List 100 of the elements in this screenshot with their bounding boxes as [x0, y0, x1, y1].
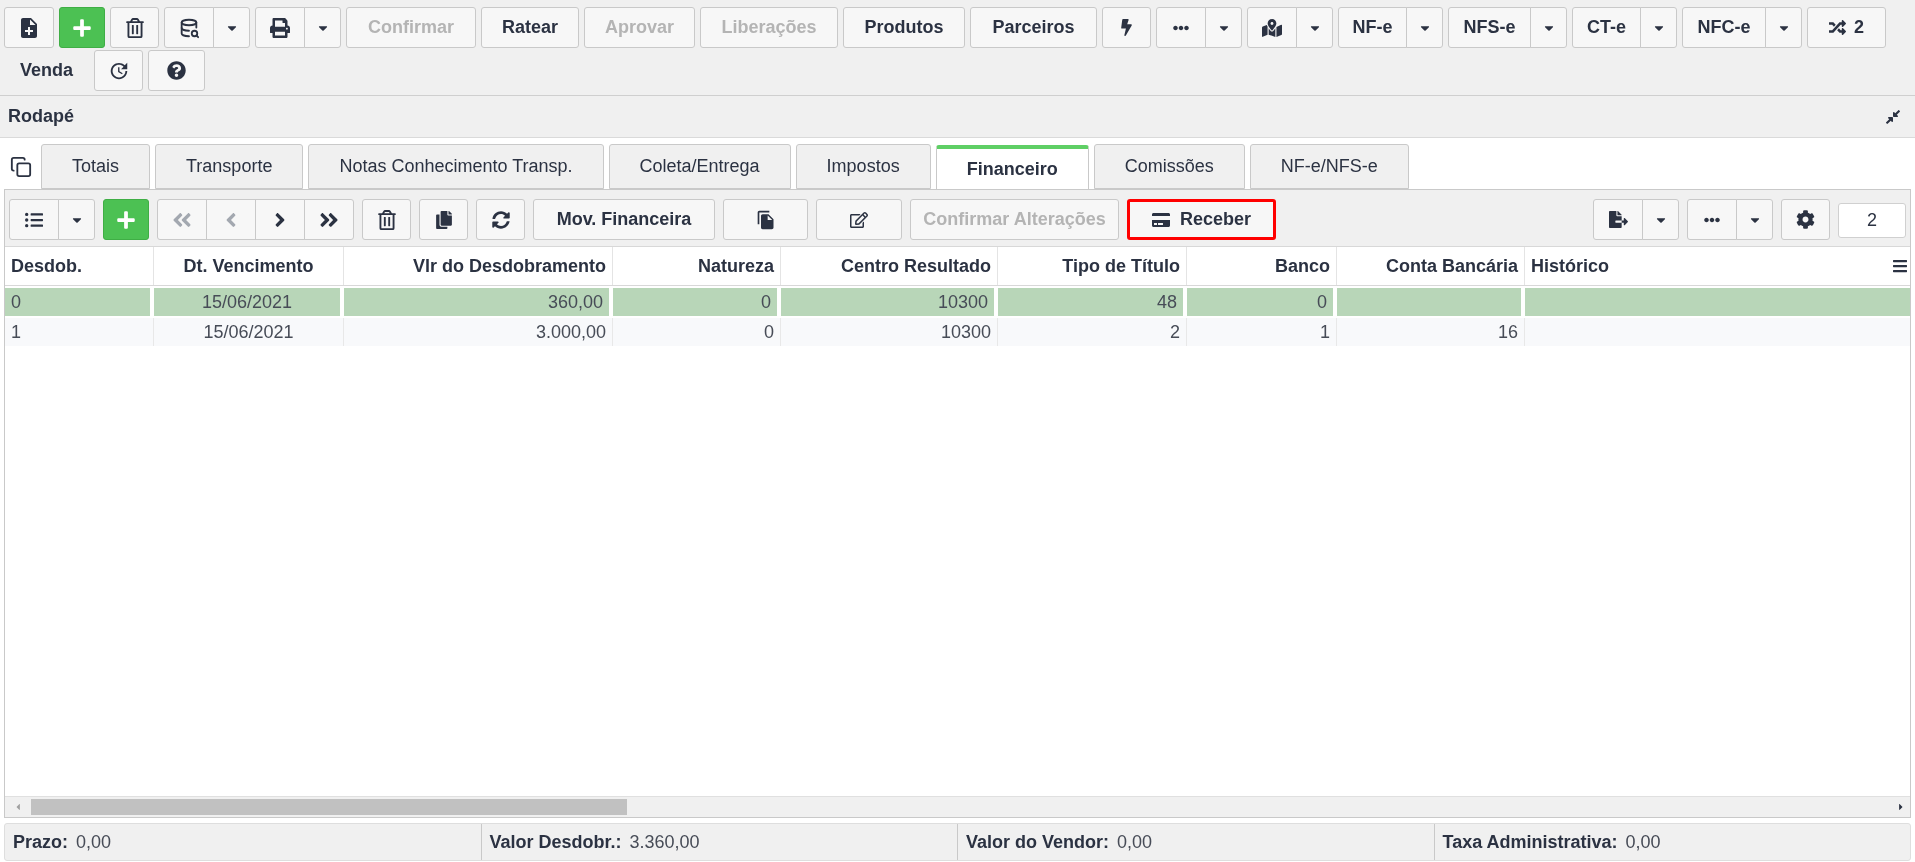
- database-search-button[interactable]: [164, 7, 214, 48]
- history-button[interactable]: [94, 50, 144, 91]
- more-button[interactable]: [1156, 7, 1206, 48]
- print-button[interactable]: [255, 7, 305, 48]
- map-pin-icon: [1262, 17, 1282, 38]
- plus-icon: [116, 209, 136, 230]
- column-header: Tipo de Título: [998, 247, 1187, 285]
- more-button[interactable]: [1687, 199, 1737, 240]
- compress-arrows-icon: [1885, 108, 1901, 125]
- table-cell-text: 10300: [937, 290, 988, 314]
- status-value: 3.360,00: [629, 830, 700, 854]
- copy-icon: [434, 210, 453, 229]
- table-row[interactable]: 0 15/06/2021 360,00 0 10300 48 0: [5, 286, 1910, 316]
- help-icon: [167, 61, 187, 80]
- table-cell-text: 16: [1497, 320, 1518, 344]
- panel-title: Rodapé: [8, 105, 74, 128]
- table-cell-text: 0: [11, 290, 21, 314]
- partners-button[interactable]: Parceiros: [970, 7, 1097, 48]
- trash-icon: [376, 209, 397, 230]
- copy-documents-button[interactable]: [723, 199, 808, 240]
- settings-icon: [1796, 210, 1815, 229]
- status-label: Prazo:: [13, 830, 68, 854]
- refresh-icon: [491, 210, 510, 229]
- table-cell-text: 3.000,00: [535, 320, 606, 344]
- help-button[interactable]: [148, 50, 206, 91]
- tab[interactable]: Financeiro: [935, 145, 1089, 190]
- tab[interactable]: Impostos: [795, 144, 931, 189]
- tab[interactable]: Notas Conhecimento Transp.: [308, 144, 604, 189]
- card-icon: [1151, 210, 1170, 229]
- column-header: Natureza: [613, 247, 781, 285]
- column-header: Centro Resultado: [781, 247, 998, 285]
- table-cell-text: 0: [764, 320, 774, 344]
- database-search-icon: [178, 16, 200, 39]
- shuffle-button[interactable]: 2: [1807, 7, 1886, 48]
- duplicate-button[interactable]: [419, 199, 468, 240]
- tab[interactable]: Totais: [41, 144, 151, 189]
- tab[interactable]: NF-e/NFS-e: [1249, 144, 1409, 189]
- column-header: Banco: [1187, 247, 1337, 285]
- delete-row-button[interactable]: [362, 199, 411, 240]
- scrollbar-thumb[interactable]: [31, 799, 627, 815]
- apportion-button[interactable]: Ratear: [481, 7, 579, 48]
- status-label: Valor Desdobr.:: [489, 830, 622, 854]
- add-row-button[interactable]: [103, 199, 149, 240]
- lightning-icon: [1118, 19, 1135, 36]
- horizontal-scrollbar[interactable]: [5, 796, 1910, 817]
- table-row[interactable]: 1 15/06/2021 3.000,00 0 10300 2 1 16: [5, 316, 1910, 346]
- map-button[interactable]: [1247, 7, 1297, 48]
- column-header: Vlr do Desdobramento: [344, 247, 613, 285]
- next-page-button[interactable]: [255, 199, 305, 240]
- context-label: Venda: [19, 59, 75, 82]
- menu-icon: [1891, 258, 1908, 274]
- trash-icon: [124, 17, 145, 38]
- file-export-icon: [1608, 210, 1628, 229]
- table-cell-text: 360,00: [547, 290, 603, 314]
- edit-button[interactable]: [816, 199, 902, 240]
- table-cell-text: 1: [1320, 320, 1330, 344]
- settings-button[interactable]: [1781, 199, 1830, 240]
- refresh-button[interactable]: [476, 199, 525, 240]
- receive-button[interactable]: Receber: [1127, 199, 1276, 240]
- collapse-button[interactable]: [1885, 108, 1901, 125]
- tab[interactable]: Coleta/Entrega: [608, 144, 791, 189]
- column-header: Desdob.: [5, 247, 154, 285]
- table-cell-text: 0: [761, 290, 771, 314]
- table-cell-text: 1: [11, 320, 21, 344]
- copy-button[interactable]: [10, 155, 32, 178]
- table-cell-text: 0: [1317, 290, 1327, 314]
- column-header: Dt. Vencimento: [154, 247, 344, 285]
- documents-icon: [755, 209, 776, 230]
- printer-icon: [270, 17, 290, 38]
- document-type-button[interactable]: NF-e: [1338, 7, 1407, 48]
- table-cell-text: 15/06/2021: [203, 320, 294, 344]
- table-cell-text: 15/06/2021: [201, 290, 293, 314]
- tab[interactable]: Comissões: [1093, 144, 1245, 189]
- products-button[interactable]: Produtos: [843, 7, 965, 48]
- table-cell-text: 48: [1156, 290, 1177, 314]
- list-icon: [25, 210, 43, 229]
- financial-movement-button[interactable]: Mov. Financeira: [533, 199, 715, 240]
- document-type-button[interactable]: NFC-e: [1682, 7, 1766, 48]
- status-label: Valor do Vendor:: [966, 830, 1110, 854]
- column-header: Histórico: [1530, 254, 1610, 278]
- status-label: Taxa Administrativa:: [1442, 830, 1618, 854]
- export-button[interactable]: [1593, 199, 1643, 240]
- document-type-button[interactable]: CT-e: [1572, 7, 1641, 48]
- last-page-button[interactable]: [304, 199, 354, 240]
- document-type-button[interactable]: NFS-e: [1448, 7, 1531, 48]
- plus-icon: [72, 17, 92, 38]
- delete-button[interactable]: [110, 7, 159, 48]
- status-value: 0,00: [76, 830, 112, 854]
- lightning-button[interactable]: [1102, 7, 1151, 48]
- list-view-button[interactable]: [9, 199, 59, 240]
- status-value: 0,00: [1117, 830, 1153, 854]
- edit-icon: [850, 210, 868, 229]
- status-value: 0,00: [1625, 830, 1661, 854]
- copy-icon: [10, 155, 32, 178]
- shuffle-icon: [1829, 19, 1846, 36]
- table-cell-text: 10300: [940, 320, 991, 344]
- new-document-button[interactable]: [4, 7, 54, 48]
- table-cell-text: 2: [1170, 320, 1180, 344]
- tab[interactable]: Transporte: [155, 144, 304, 189]
- record-count-field[interactable]: 2: [1838, 203, 1906, 238]
